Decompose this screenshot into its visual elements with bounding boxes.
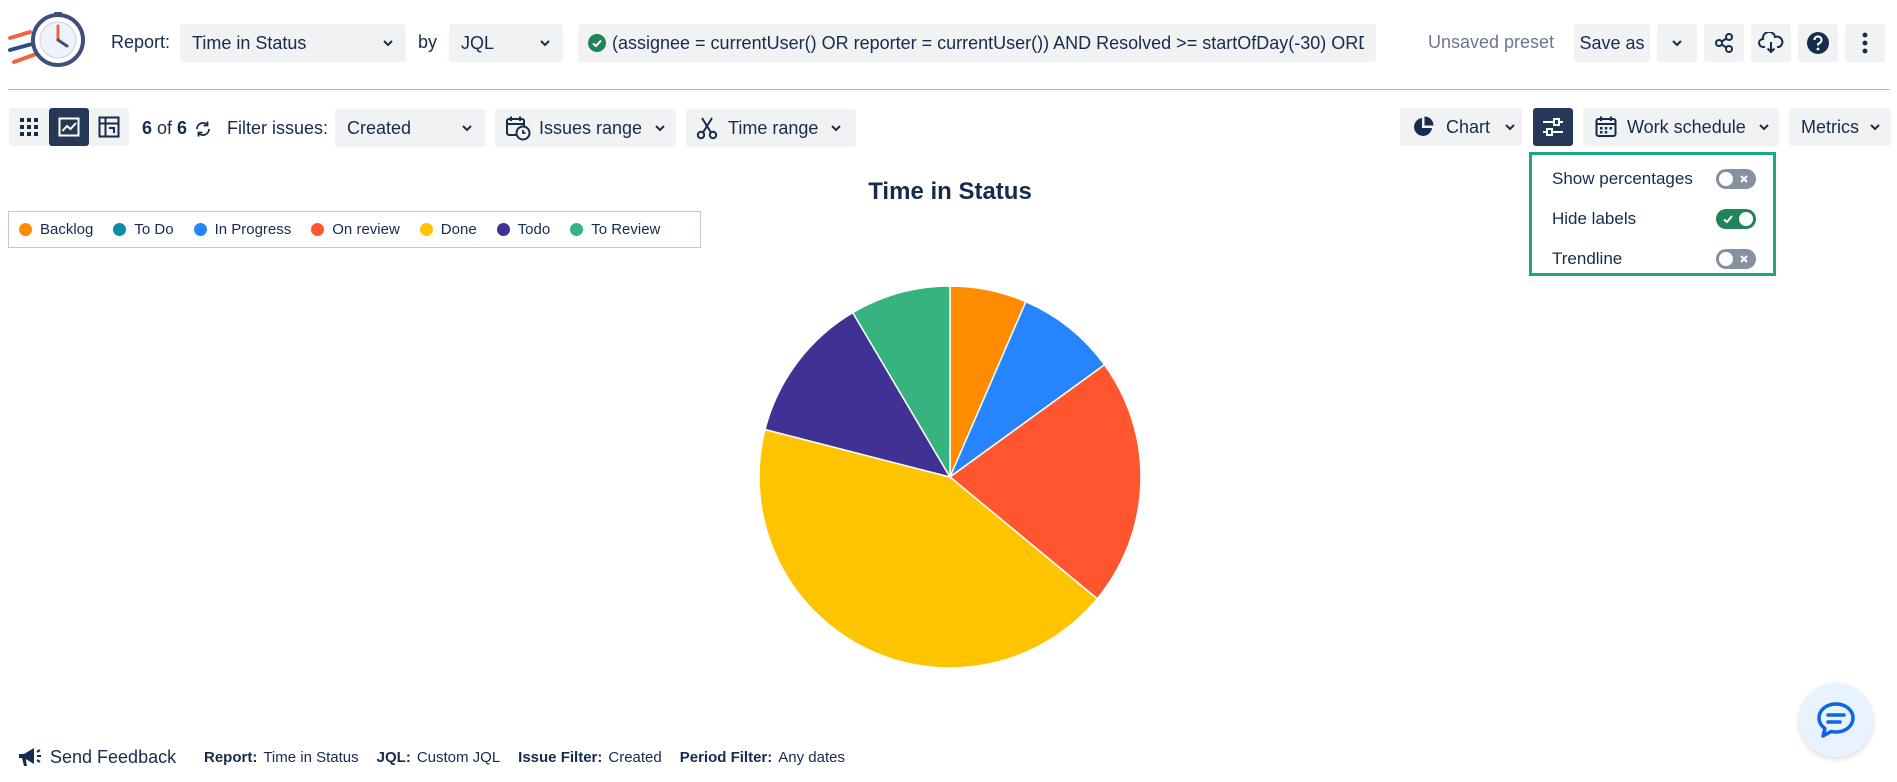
pie-chart — [758, 285, 1142, 669]
summary-period-key: Period Filter: — [679, 749, 773, 766]
summary-issue-filter-value: Created — [608, 749, 662, 766]
summary-issue-filter-key: Issue Filter: — [518, 749, 603, 766]
summary-jql-key: JQL: — [376, 749, 411, 766]
chat-icon — [1817, 702, 1855, 738]
send-feedback-label: Send Feedback — [50, 746, 177, 767]
send-feedback-link[interactable]: Send Feedback — [16, 744, 176, 770]
summary-jql-value: Custom JQL — [416, 749, 501, 766]
summary-report-value: Time in Status — [263, 749, 359, 766]
megaphone-icon — [19, 748, 41, 766]
report-summary: Report: Time in Status JQL: Custom JQL I… — [204, 749, 863, 766]
summary-report-key: Report: — [204, 749, 258, 766]
chat-support-button[interactable] — [1799, 683, 1873, 757]
summary-period-value: Any dates — [778, 749, 845, 766]
